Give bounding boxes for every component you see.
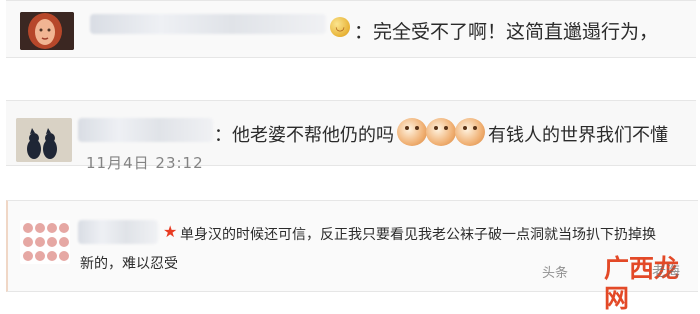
user-avatar-image — [16, 118, 72, 162]
comment-text: ：他老婆不帮他仍的吗 — [214, 125, 394, 146]
dog-emoji-icon — [397, 118, 427, 146]
username-redacted — [90, 14, 326, 34]
comment-text-continued: 有钱人的世界我们不懂 — [488, 125, 668, 146]
star-icon: ★ — [163, 222, 178, 241]
username-redacted — [78, 220, 158, 244]
avatar[interactable] — [16, 118, 72, 162]
avatar[interactable] — [20, 12, 74, 50]
comment-text-line2: 新的，难以忍受 — [80, 256, 178, 272]
avatar[interactable] — [20, 220, 70, 264]
comment-text-line1: 单身汉的时候还可信，反正我只要看见我老公袜子破一点洞就当场扒下扔掉换 — [180, 227, 656, 243]
user-avatar-image — [20, 12, 74, 50]
watermark: 头条 广西龙网 老海 — [542, 254, 692, 313]
dog-emoji-icon — [426, 118, 456, 146]
comment-timestamp: 11月4日 23:12 — [86, 154, 204, 172]
dog-emoji-icon — [455, 118, 485, 146]
username-redacted — [78, 118, 213, 142]
watermark-source-left: 头条 — [542, 266, 569, 281]
watermark-source-right: 老海 — [652, 264, 680, 280]
user-avatar-image — [20, 220, 70, 264]
comment-text: ：完全受不了啊！这简直邋遢行为， — [354, 21, 659, 43]
gold-emoji-icon: ◡ — [330, 17, 350, 37]
